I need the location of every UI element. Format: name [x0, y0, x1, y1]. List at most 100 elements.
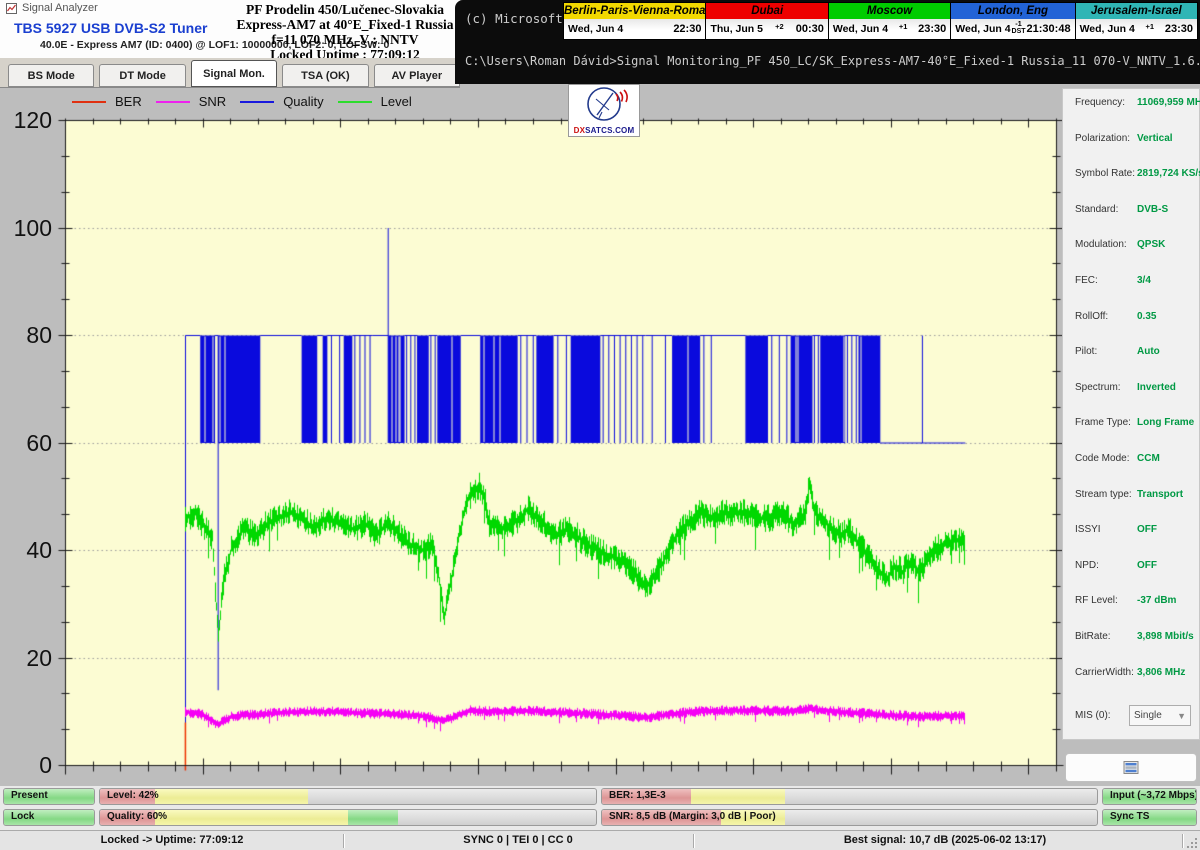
param-row-spectrum: Spectrum:Inverted [1063, 382, 1199, 396]
param-label: ISSYI [1075, 524, 1101, 535]
param-value: 0.35 [1137, 311, 1156, 322]
satellite-dish-icon [569, 85, 639, 123]
param-row-rf-level: RF Level: -37 dBm [1063, 595, 1199, 609]
clock-time: 00:30 [796, 23, 824, 35]
clock-city: London, Eng [951, 3, 1074, 19]
param-label: Standard: [1075, 204, 1118, 215]
list-icon [1123, 761, 1139, 774]
param-label: CarrierWidth: [1075, 667, 1134, 678]
mis-value: Single [1134, 710, 1162, 721]
y-tick-label-0: 0 [0, 752, 52, 779]
param-row-issyi: ISSYIOFF [1063, 524, 1199, 538]
params-panel: MIS (0): Single ▼ Frequency:11069,959 MH… [1062, 88, 1200, 740]
y-tick-label-80: 80 [0, 322, 52, 349]
clock-body: Wed, Jun 4+123:30 [1076, 19, 1197, 39]
meter-level: Level: 42% [99, 788, 597, 805]
param-label: Code Mode: [1075, 453, 1129, 464]
clock-city: Dubai [706, 3, 827, 19]
legend-label: Level [381, 94, 412, 109]
clock-berlin-paris-vienna-roma: Berlin-Paris-Vienna-RomaWed, Jun 422:30 [564, 3, 706, 39]
param-value: 2819,724 KS/s [1137, 168, 1200, 179]
param-value: 3,898 Mbit/s [1137, 631, 1194, 642]
tab-av-player[interactable]: AV Player [374, 64, 460, 87]
param-value: Transport [1137, 489, 1183, 500]
param-value: 3,806 MHz [1137, 667, 1185, 678]
tab-dt-mode[interactable]: DT Mode [99, 64, 185, 87]
mis-dropdown[interactable]: Single ▼ [1129, 705, 1191, 726]
param-row-pilot: Pilot:Auto [1063, 346, 1199, 360]
chart-legend: BER SNR Quality Level [72, 94, 412, 109]
legend-item-quality: Quality [240, 94, 323, 109]
legend-label: SNR [199, 94, 226, 109]
param-label: Pilot: [1075, 346, 1097, 357]
param-label: Polarization: [1075, 133, 1130, 144]
param-row-npd: NPD:OFF [1063, 560, 1199, 574]
clock-date: Wed, Jun 4 [955, 23, 1010, 35]
status-separator [693, 834, 694, 848]
param-label: RF Level: [1075, 595, 1118, 606]
meter-label: Level: 42% [107, 790, 159, 801]
param-value: 3/4 [1137, 275, 1151, 286]
param-value: OFF [1137, 560, 1157, 571]
status-separator [1182, 834, 1183, 848]
param-label: Stream type: [1075, 489, 1132, 500]
legend-item-ber: BER [72, 94, 142, 109]
param-label: Symbol Rate: [1075, 168, 1135, 179]
meter-syncts: Sync TS [1102, 809, 1197, 826]
meter-label: Quality: 60% [107, 811, 167, 822]
clock-date: Wed, Jun 4 [568, 23, 623, 35]
resize-grip[interactable] [1186, 837, 1198, 849]
meter-label: Sync TS [1110, 811, 1149, 822]
status-sync-counters: SYNC 0 | TEI 0 | CC 0 [463, 834, 572, 846]
clock-offset-value: +1 [899, 24, 908, 30]
meter-present: Present [3, 788, 95, 805]
clock-date: Wed, Jun 4 [1080, 23, 1135, 35]
meter-label: Present [11, 790, 48, 801]
clock-jerusalem-israel: Jerusalem-IsraelWed, Jun 4+123:30 [1076, 3, 1197, 39]
tab-tsa-ok[interactable]: TSA (OK) [282, 64, 368, 87]
param-row-modulation: Modulation:QPSK [1063, 239, 1199, 253]
y-tick-label-40: 40 [0, 537, 52, 564]
status-bar: Locked -> Uptime: 77:09:12 SYNC 0 | TEI … [0, 830, 1200, 850]
status-separator [343, 834, 344, 848]
param-label: RollOff: [1075, 311, 1108, 322]
clock-body: Wed, Jun 422:30 [564, 19, 705, 39]
clock-time: 23:30 [918, 23, 946, 35]
clock-date: Thu, Jun 5 [710, 23, 763, 35]
param-label: Frequency: [1075, 97, 1125, 108]
status-best-signal: Best signal: 10,7 dB (2025-06-02 13:17) [844, 834, 1046, 846]
station-header-line-1: PF Prodelin 450/Lučenec-Slovakia [228, 2, 462, 17]
param-row-frequency: Frequency:11069,959 MHz [1063, 97, 1199, 111]
y-tick-label-100: 100 [0, 215, 52, 242]
tab-signal-mon[interactable]: Signal Mon. [191, 60, 277, 87]
clock-dubai: DubaiThu, Jun 5+200:30 [706, 3, 828, 39]
clock-time: 21:30:48 [1027, 23, 1071, 35]
meter-lock: Lock [3, 809, 95, 826]
param-row-polarization: Polarization:Vertical [1063, 133, 1199, 147]
tab-bar: BS ModeDT Mode Signal Mon.TSA (OK) AV Play… [0, 58, 460, 88]
clock-dst-note: DST [1012, 29, 1026, 35]
clock-offset-value: -1 [1015, 21, 1022, 27]
param-row-fec: FEC: 3/4 [1063, 275, 1199, 289]
meter-snr: SNR: 8,5 dB (Margin: 3,0 dB | Poor) [601, 809, 1098, 826]
param-value: Long Frame [1137, 417, 1194, 428]
header-band: TBS 5927 USB DVB-S2 Tuner 40.0E - Expres… [0, 16, 460, 59]
dxsatcs-logo: DXSATCS.COM [568, 84, 640, 137]
meter-quality: Quality: 60% [99, 809, 597, 826]
ts-list-button[interactable] [1065, 753, 1197, 782]
legend-label: BER [115, 94, 142, 109]
signal-chart [55, 112, 1067, 784]
param-value: Inverted [1137, 382, 1176, 393]
clock-utc-offset: +1 [899, 26, 908, 32]
legend-item-snr: SNR [156, 94, 226, 109]
param-label: FEC: [1075, 275, 1098, 286]
mis-label: MIS (0): [1075, 710, 1111, 721]
meter-zone-yellow [691, 789, 785, 804]
param-value: CCM [1137, 453, 1160, 464]
param-value: -37 dBm [1137, 595, 1176, 606]
app-window: Signal Analyzer TBS 5927 USB DVB-S2 Tune… [0, 0, 1200, 850]
window-title: Signal Analyzer [22, 2, 98, 14]
tab-bs-mode[interactable]: BS Mode [8, 64, 94, 87]
clock-date: Wed, Jun 4 [833, 23, 888, 35]
meter-label: SNR: 8,5 dB (Margin: 3,0 dB | Poor) [609, 811, 776, 822]
